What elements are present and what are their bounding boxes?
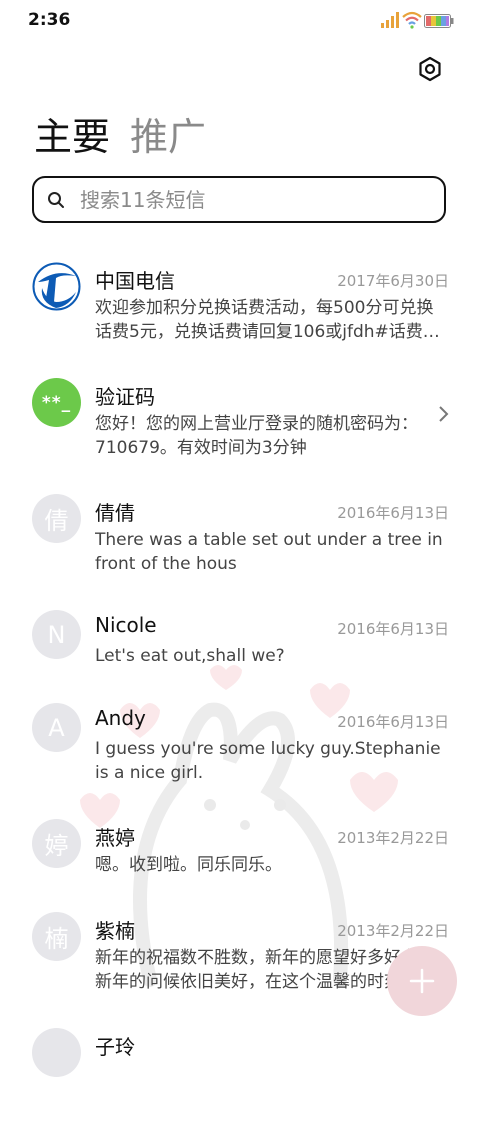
new-message-button[interactable] [387,946,457,1016]
status-time: 2:36 [28,10,71,30]
message-preview: 欢迎参加积分兑换话费活动，每500分可兑换话费5元，兑换话费请回复106或jfd… [95,298,440,342]
search-input[interactable] [78,186,412,213]
contact-name: Andy [95,706,146,730]
avatar: 倩 [32,494,81,543]
avatar: 婷 [32,819,81,868]
avatar-verification: **_ [32,378,81,427]
message-date: 2013年2月22日 [337,829,449,847]
contact-name: Nicole [95,613,157,637]
contact-name: 倩倩 [95,501,135,525]
wifi-icon [402,11,422,29]
message-preview: I guess you're some lucky guy.Stephanie … [95,739,441,783]
plus-icon [409,968,435,994]
message-date: 2016年6月13日 [337,713,449,731]
contact-name: 子玲 [95,1035,135,1059]
avatar: 楠 [32,912,81,961]
contact-name: 燕婷 [95,826,135,850]
avatar-china-telecom [32,262,81,311]
message-item[interactable]: 婷 燕婷 2013年2月22日 嗯。收到啦。同乐同乐。 [0,805,480,898]
message-preview: 您好！您的网上营业厅登录的随机密码为：710679。有效时间为3分钟 [95,414,418,458]
message-item[interactable]: 子玲 [0,1014,480,1130]
message-preview: Let's eat out,shall we? [95,646,285,666]
contact-name: 验证码 [95,385,155,409]
tab-promotion[interactable]: 推广 [130,106,206,161]
avatar [32,1028,81,1077]
message-date: 2017年6月30日 [337,272,449,290]
contact-name: 紫楠 [95,919,135,943]
message-item[interactable]: 倩 倩倩 2016年6月13日 There was a table set ou… [0,480,480,596]
tab-bar: 主要 推广 [34,106,226,159]
message-date: 2016年6月13日 [337,620,449,638]
battery-icon [424,14,454,28]
tab-main[interactable]: 主要 [34,106,110,161]
message-item[interactable]: 中国电信 2017年6月30日 欢迎参加积分兑换话费活动，每500分可兑换话费5… [0,248,480,364]
settings-icon[interactable] [417,56,443,82]
message-date: 2013年2月22日 [337,922,449,940]
contact-name: 中国电信 [95,269,175,293]
message-item[interactable]: N Nicole 2016年6月13日 Let's eat out,shall … [0,596,480,689]
avatar: A [32,703,81,752]
message-preview: There was a table set out under a tree i… [95,530,443,574]
signal-icon [381,12,399,28]
status-bar: 2:36 [0,0,480,40]
avatar: N [32,610,81,659]
message-item[interactable]: A Andy 2016年6月13日 I guess you're some lu… [0,689,480,805]
message-date: 2016年6月13日 [337,504,449,522]
message-preview: 嗯。收到啦。同乐同乐。 [95,855,282,875]
search-icon [48,191,64,208]
china-telecom-logo-icon [32,262,81,311]
chevron-right-icon[interactable] [438,404,450,424]
search-bar[interactable] [32,176,446,223]
message-item[interactable]: **_ 验证码 您好！您的网上营业厅登录的随机密码为：710679。有效时间为3… [0,364,480,480]
